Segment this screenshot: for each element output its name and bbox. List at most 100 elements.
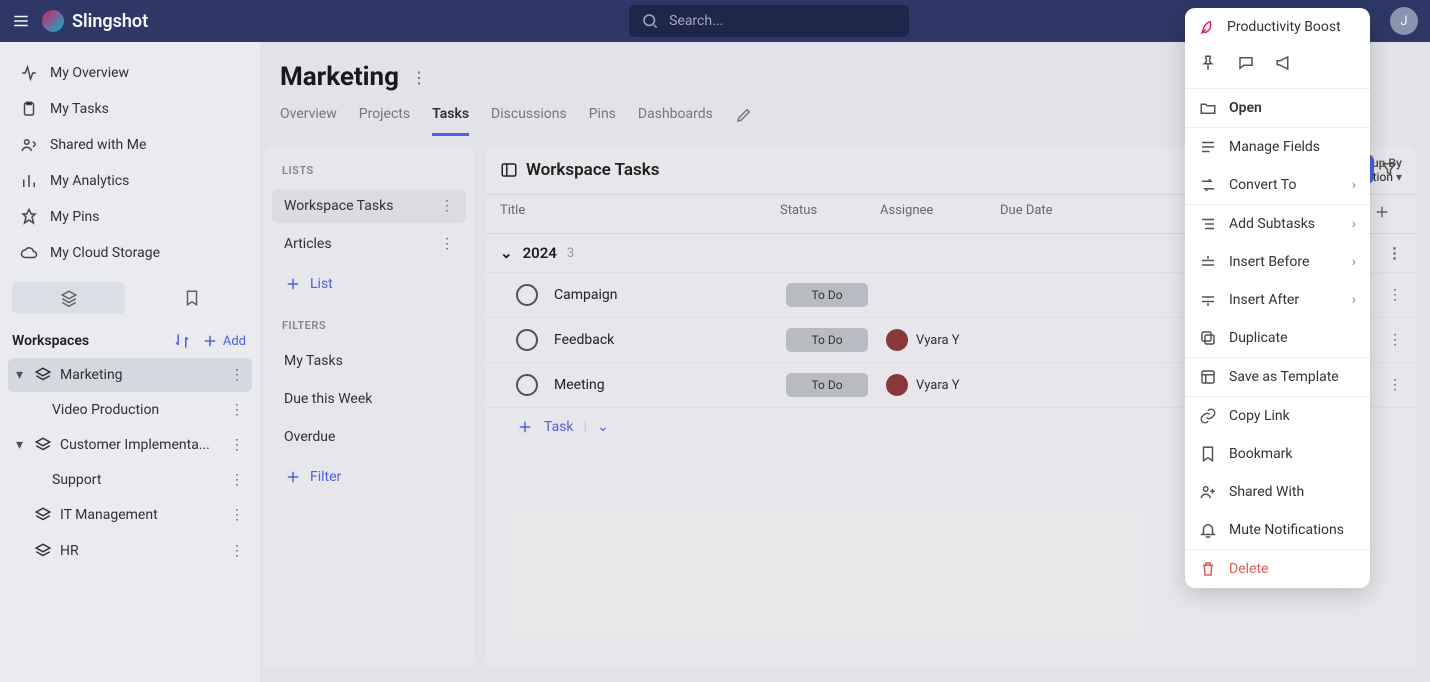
section-menu[interactable]: ⋮ [1387, 244, 1402, 262]
app-logo[interactable]: Slingshot [42, 10, 148, 32]
menu-toggle[interactable] [12, 12, 30, 30]
list-menu[interactable]: ⋮ [440, 236, 454, 252]
cm-insert-after[interactable]: Insert After › [1185, 281, 1370, 319]
bell-off-icon [1199, 521, 1217, 539]
filter-button[interactable] [1374, 154, 1404, 184]
workspace-menu[interactable]: ⋮ [230, 437, 244, 453]
cm-comment[interactable] [1237, 54, 1255, 76]
task-complete-toggle[interactable] [516, 329, 538, 351]
tab-dashboards[interactable]: Dashboards [638, 106, 713, 136]
list-workspace-tasks[interactable]: Workspace Tasks ⋮ [272, 189, 466, 223]
workspace-hr[interactable]: ▾ HR ⋮ [8, 534, 252, 568]
tab-tasks[interactable]: Tasks [432, 106, 469, 136]
list-menu[interactable]: ⋮ [440, 198, 454, 214]
tab-overview[interactable]: Overview [280, 106, 337, 136]
status-badge[interactable]: To Do [786, 373, 868, 397]
status-badge[interactable]: To Do [786, 328, 868, 352]
bookmark-icon [1199, 445, 1217, 463]
sidebar-label: Shared with Me [50, 137, 146, 153]
cm-add-subtasks[interactable]: Add Subtasks › [1185, 205, 1370, 243]
tab-projects[interactable]: Projects [359, 106, 410, 136]
cm-convert-to[interactable]: Convert To › [1185, 166, 1370, 204]
cm-mute[interactable]: Mute Notifications [1185, 511, 1370, 549]
tab-edit[interactable] [735, 106, 753, 136]
chevron-down-icon[interactable]: ⌄ [597, 419, 609, 435]
add-workspace[interactable]: Add [201, 332, 246, 350]
lists-header: LISTS [272, 160, 466, 185]
add-list[interactable]: List [272, 265, 466, 303]
task-menu[interactable]: ⋮ [1388, 332, 1402, 348]
cm-productivity-boost[interactable]: Productivity Boost [1185, 8, 1370, 46]
cm-open[interactable]: Open [1185, 89, 1370, 127]
section-name: 2024 [523, 244, 557, 262]
workspace-menu[interactable]: ⋮ [230, 472, 244, 488]
workspace-video-production[interactable]: Video Production ⋮ [8, 394, 252, 426]
avatar [886, 329, 908, 351]
list-articles[interactable]: Articles ⋮ [272, 227, 466, 261]
workspace-it-management[interactable]: ▾ IT Management ⋮ [8, 498, 252, 532]
task-menu[interactable]: ⋮ [1388, 377, 1402, 393]
sidebar-tab-bookmarks[interactable] [135, 282, 248, 314]
page-menu[interactable]: ⋮ [411, 68, 427, 87]
add-label: Add [223, 334, 246, 349]
filter-my-tasks[interactable]: My Tasks [272, 344, 466, 378]
workspace-menu[interactable]: ⋮ [230, 543, 244, 559]
sort-icon[interactable] [173, 332, 191, 350]
workspace-menu[interactable]: ⋮ [230, 367, 244, 383]
cm-save-template[interactable]: Save as Template [1185, 358, 1370, 396]
task-complete-toggle[interactable] [516, 284, 538, 306]
cm-bookmark[interactable]: Bookmark [1185, 435, 1370, 473]
cm-announce[interactable] [1275, 54, 1293, 76]
cm-label: Duplicate [1229, 330, 1288, 346]
sidebar-cloud[interactable]: My Cloud Storage [8, 236, 252, 270]
plus-icon [284, 468, 302, 486]
workspace-marketing[interactable]: ▾ Marketing ⋮ [8, 358, 252, 392]
activity-icon [20, 64, 38, 82]
task-menu[interactable]: ⋮ [1388, 287, 1402, 303]
context-menu: Productivity Boost Open Manage Fields Co… [1185, 8, 1370, 588]
cm-delete[interactable]: Delete [1185, 550, 1370, 588]
tab-pins[interactable]: Pins [589, 106, 616, 136]
cm-insert-before[interactable]: Insert Before › [1185, 243, 1370, 281]
filter-label: My Tasks [284, 353, 343, 369]
list-label: Workspace Tasks [284, 198, 393, 214]
workspace-customer-impl[interactable]: ▾ Customer Implementa... ⋮ [8, 428, 252, 462]
filter-due-week[interactable]: Due this Week [272, 382, 466, 416]
avatar [886, 374, 908, 396]
sidebar-my-tasks[interactable]: My Tasks [8, 92, 252, 126]
search-input[interactable]: Search... [629, 5, 909, 37]
filter-overdue[interactable]: Overdue [272, 420, 466, 454]
status-badge[interactable]: To Do [786, 283, 868, 307]
col-assignee[interactable]: Assignee [880, 203, 1000, 225]
workspace-label: HR [60, 543, 79, 559]
add-task-label: Task [544, 419, 574, 435]
cm-label: Shared With [1229, 484, 1304, 500]
tab-discussions[interactable]: Discussions [491, 106, 567, 136]
workspace-support[interactable]: Support ⋮ [8, 464, 252, 496]
col-status[interactable]: Status [780, 203, 880, 225]
col-title[interactable]: Title [500, 203, 780, 225]
task-title: Feedback [554, 332, 786, 348]
cm-copy-link[interactable]: Copy Link [1185, 397, 1370, 435]
sidebar-shared[interactable]: Shared with Me [8, 128, 252, 162]
sidebar-my-overview[interactable]: My Overview [8, 56, 252, 90]
workspace-menu[interactable]: ⋮ [230, 402, 244, 418]
layers-icon [34, 506, 52, 524]
sidebar-pins[interactable]: My Pins [8, 200, 252, 234]
user-avatar[interactable]: J [1390, 7, 1418, 35]
subtask-icon [1199, 215, 1217, 233]
workspace-menu[interactable]: ⋮ [230, 507, 244, 523]
cm-manage-fields[interactable]: Manage Fields [1185, 128, 1370, 166]
col-due[interactable]: Due Date [1000, 203, 1120, 225]
task-assignee[interactable]: Vyara Y [886, 329, 1006, 351]
cm-shared-with[interactable]: Shared With [1185, 473, 1370, 511]
workspace-label: Marketing [60, 367, 123, 383]
sidebar-tab-layers[interactable] [12, 282, 125, 314]
clipboard-icon [20, 100, 38, 118]
task-complete-toggle[interactable] [516, 374, 538, 396]
cm-duplicate[interactable]: Duplicate [1185, 319, 1370, 357]
cm-pin[interactable] [1199, 54, 1217, 76]
task-assignee[interactable]: Vyara Y [886, 374, 1006, 396]
sidebar-analytics[interactable]: My Analytics [8, 164, 252, 198]
add-filter[interactable]: Filter [272, 458, 466, 496]
